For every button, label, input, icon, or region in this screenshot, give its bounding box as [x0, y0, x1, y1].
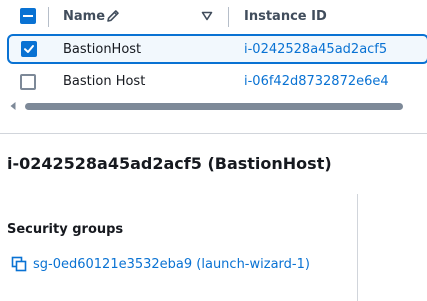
table-row[interactable]: BastionHost i-0242528a45ad2acf5: [7, 34, 427, 64]
instance-details-title: i-0242528a45ad2acf5 (BastionHost): [7, 154, 332, 173]
sort-descending-icon[interactable]: [201, 11, 213, 21]
table-row[interactable]: Bastion Host i-06f42d8732872e6e4: [0, 66, 427, 97]
copy-icon[interactable]: [11, 256, 27, 272]
checkmark-icon: [24, 45, 34, 53]
instance-id-link[interactable]: i-0242528a45ad2acf5: [244, 42, 387, 57]
row-checkbox-checked[interactable]: [21, 41, 37, 57]
scrollbar-thumb[interactable]: [25, 103, 403, 110]
instance-id-link[interactable]: i-06f42d8732872e6e4: [244, 74, 389, 89]
column-header-instance-id[interactable]: Instance ID: [244, 9, 327, 24]
instance-name: BastionHost: [63, 42, 142, 57]
column-divider: [357, 194, 358, 301]
column-header-name[interactable]: Name: [63, 9, 105, 24]
scroll-left-arrow-icon[interactable]: [10, 102, 16, 110]
security-group-link[interactable]: sg-0ed60121e3532eba9 (launch-wizard-1): [33, 257, 310, 272]
row-checkbox[interactable]: [20, 74, 36, 90]
pencil-icon: [107, 10, 119, 22]
table-header: Name Instance ID: [0, 0, 427, 34]
select-all-checkbox[interactable]: [20, 8, 36, 24]
panel-divider[interactable]: [0, 133, 427, 134]
horizontal-scrollbar[interactable]: [10, 98, 425, 114]
column-resize-handle[interactable]: [228, 7, 229, 27]
instance-name: Bastion Host: [63, 74, 146, 89]
security-groups-heading: Security groups: [7, 222, 124, 237]
ec2-instances-panel: Name Instance ID BastionHost i-0242528a4…: [0, 0, 427, 301]
column-separator[interactable]: [48, 7, 49, 27]
